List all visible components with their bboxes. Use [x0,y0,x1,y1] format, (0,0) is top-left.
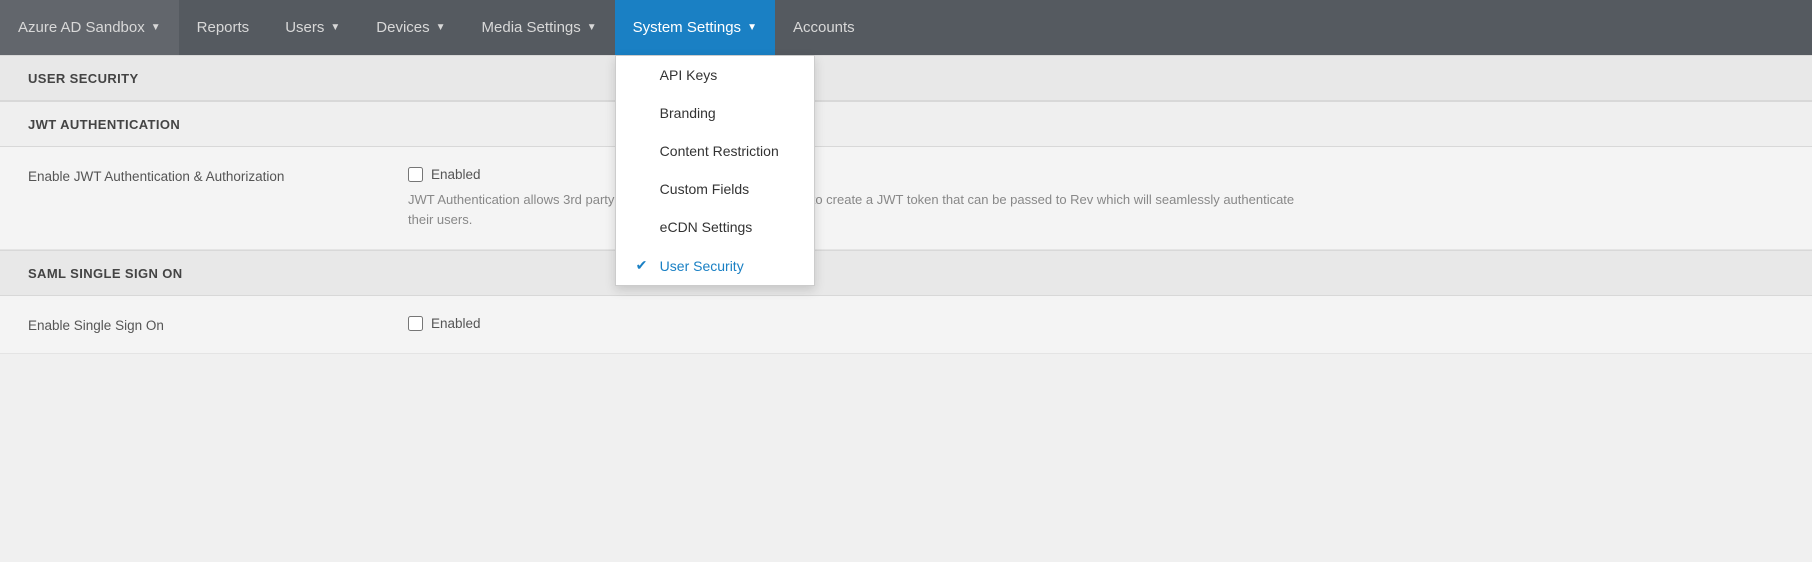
custom-fields-label: Custom Fields [660,181,749,197]
jwt-form-row: Enable JWT Authentication & Authorizatio… [0,147,1812,250]
devices-label: Devices [376,19,429,36]
brand-caret-icon: ▼ [151,22,161,33]
saml-title: SAML SINGLE SIGN ON [28,266,183,281]
nav-item-reports[interactable]: Reports [179,0,268,55]
nav-item-system-settings[interactable]: System Settings ▼ API Keys Branding Cont… [615,0,775,55]
jwt-checkbox-row: Enabled [408,167,1308,182]
dropdown-item-custom-fields[interactable]: Custom Fields [616,170,814,208]
dropdown-item-api-keys[interactable]: API Keys [616,56,814,94]
saml-checkbox[interactable] [408,316,423,331]
saml-form-label: Enable Single Sign On [28,316,408,333]
saml-section-header: SAML SINGLE SIGN ON [0,250,1812,296]
reports-label: Reports [197,19,250,36]
branding-label: Branding [660,105,716,121]
jwt-title: JWT AUTHENTICATION [28,117,180,132]
navbar: Azure AD Sandbox ▼ Reports Users ▼ Devic… [0,0,1812,55]
nav-item-media-settings[interactable]: Media Settings ▼ [464,0,615,55]
dropdown-item-user-security[interactable]: ✔ User Security [616,246,814,285]
ecdn-settings-label: eCDN Settings [660,219,753,235]
dropdown-item-branding[interactable]: Branding [616,94,814,132]
users-caret-icon: ▼ [330,22,340,33]
user-security-label: User Security [660,258,744,274]
jwt-form-label: Enable JWT Authentication & Authorizatio… [28,167,408,184]
system-settings-dropdown: API Keys Branding Content Restriction Cu… [615,55,815,286]
saml-form-row: Enable Single Sign On Enabled [0,296,1812,354]
dropdown-item-content-restriction[interactable]: Content Restriction [616,132,814,170]
system-settings-caret-icon: ▼ [747,22,757,33]
nav-brand[interactable]: Azure AD Sandbox ▼ [0,0,179,55]
content-restriction-label: Content Restriction [660,143,779,159]
user-security-section-header: USER SECURITY [0,55,1812,101]
dropdown-item-ecdn-settings[interactable]: eCDN Settings [616,208,814,246]
nav-item-devices[interactable]: Devices ▼ [358,0,463,55]
jwt-checkbox[interactable] [408,167,423,182]
jwt-description: JWT Authentication allows 3rd party deve… [408,190,1308,229]
users-label: Users [285,19,324,36]
nav-item-accounts[interactable]: Accounts [775,0,873,55]
devices-caret-icon: ▼ [436,22,446,33]
user-security-title: USER SECURITY [28,71,139,86]
jwt-form-control: Enabled JWT Authentication allows 3rd pa… [408,167,1308,229]
checkmark-icon: ✔ [636,257,652,274]
jwt-section-header: JWT AUTHENTICATION [0,101,1812,147]
media-settings-label: Media Settings [482,19,581,36]
main-content: USER SECURITY JWT AUTHENTICATION Enable … [0,55,1812,354]
saml-checkbox-row: Enabled [408,316,481,331]
api-keys-label: API Keys [660,67,718,83]
system-settings-label: System Settings [633,19,741,36]
brand-label: Azure AD Sandbox [18,19,145,36]
nav-item-users[interactable]: Users ▼ [267,0,358,55]
saml-checkbox-label: Enabled [431,316,481,331]
jwt-checkbox-label: Enabled [431,167,481,182]
media-settings-caret-icon: ▼ [587,22,597,33]
saml-form-control: Enabled [408,316,481,331]
accounts-label: Accounts [793,19,855,36]
